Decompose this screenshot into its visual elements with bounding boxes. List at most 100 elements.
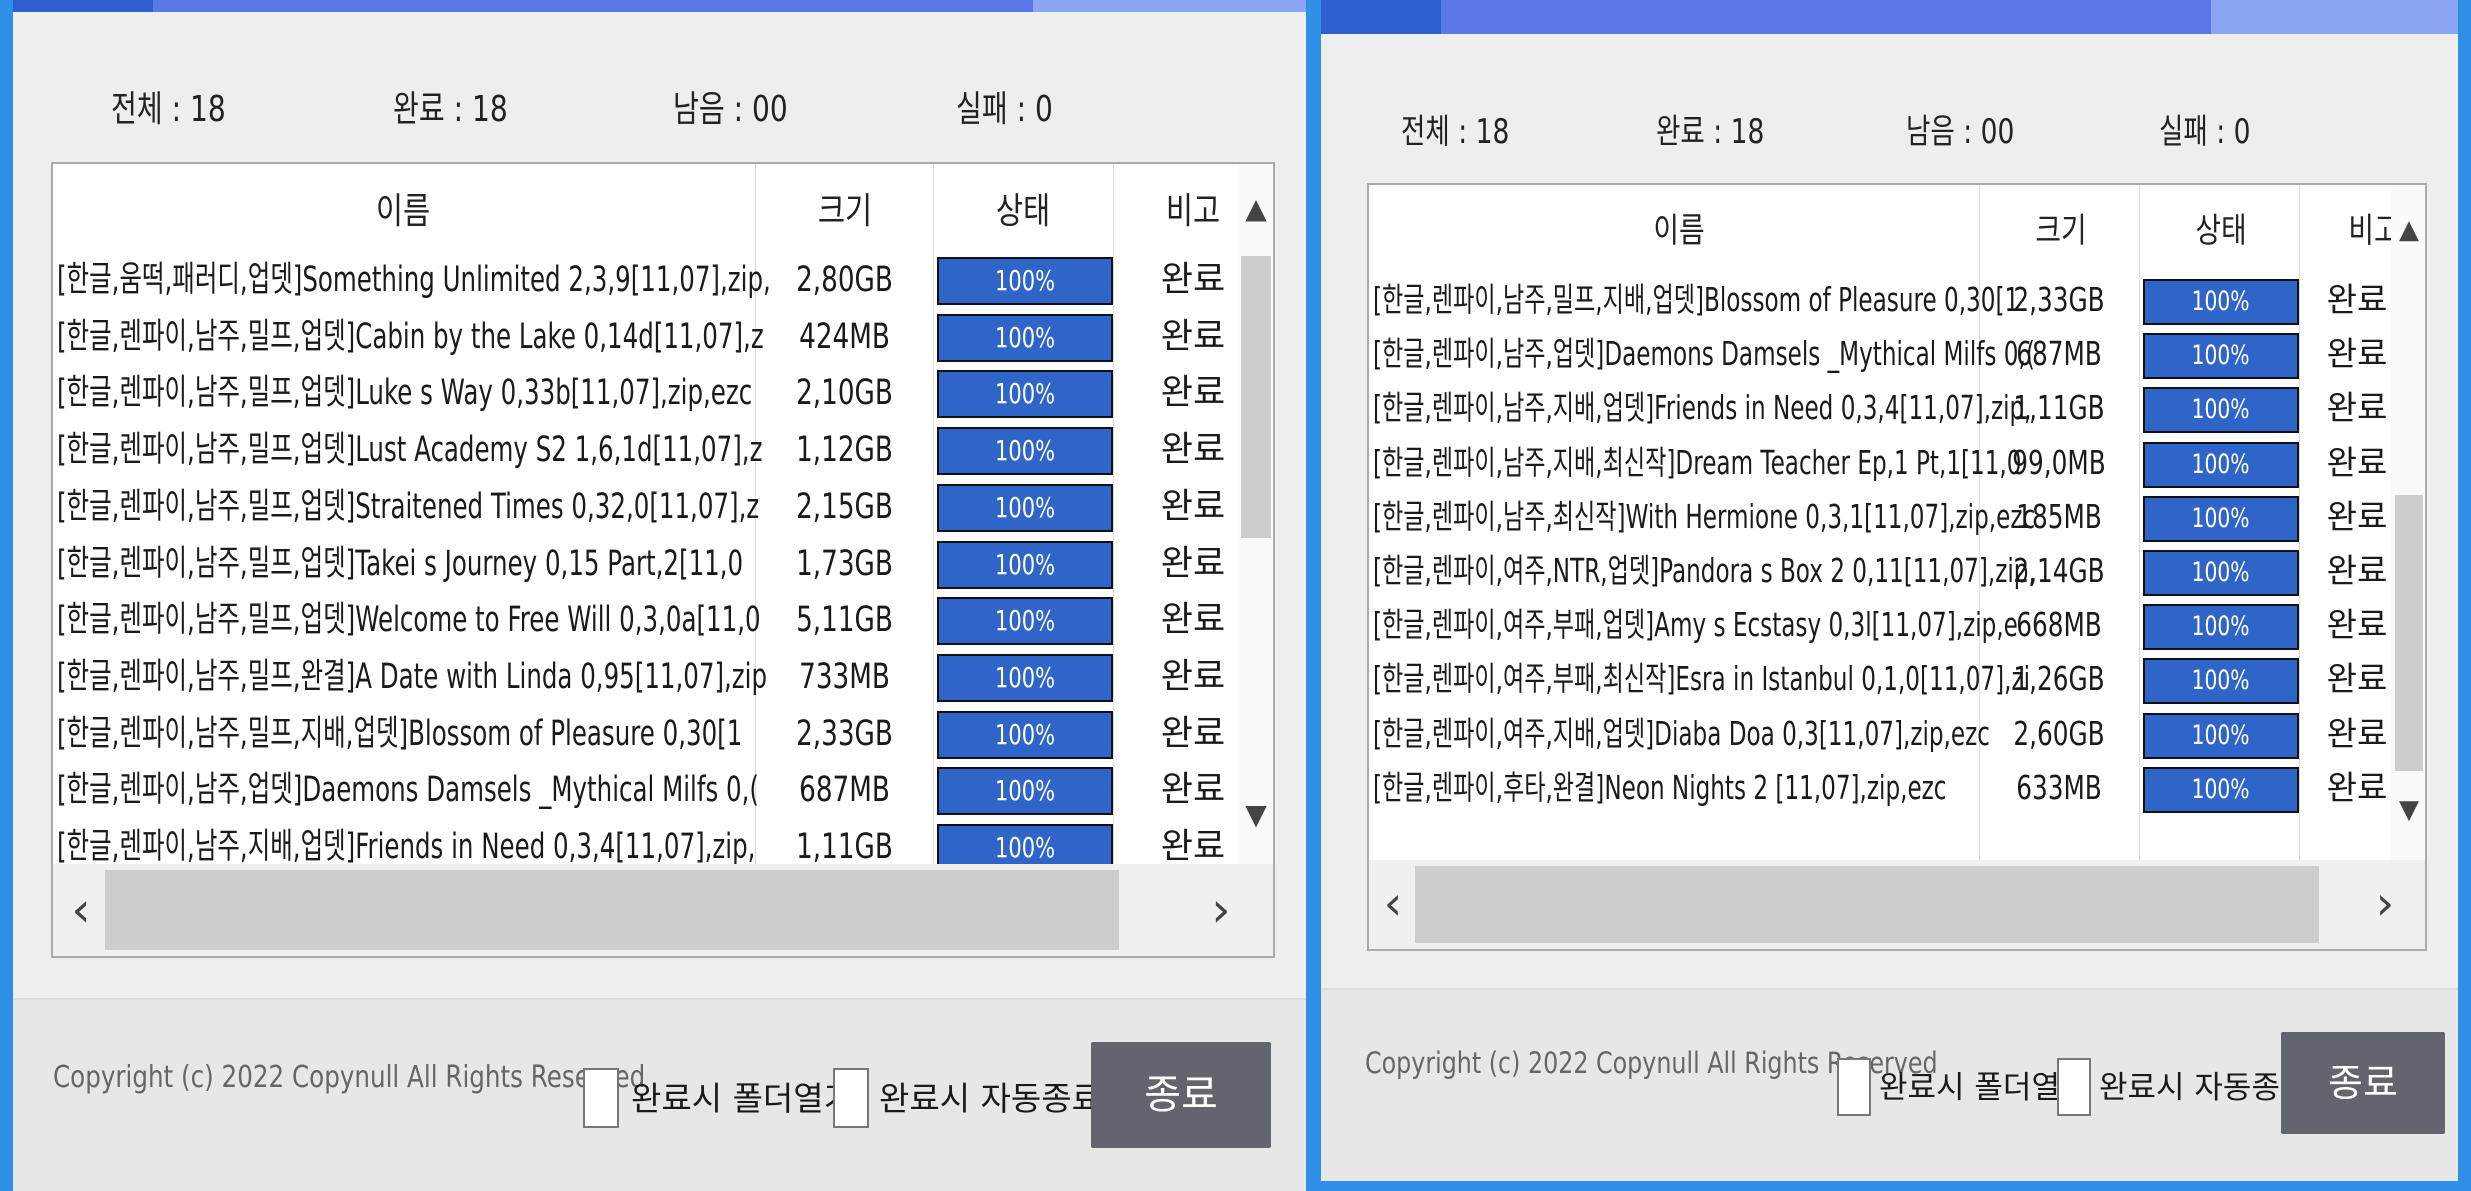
open-folder-checkbox[interactable] (583, 1068, 619, 1128)
progress-label: 100% (2192, 286, 2250, 317)
table-row[interactable]: [한글,렌파이,남주,업뎃]Daemons Damsels _Mythical … (1369, 327, 2391, 381)
horizontal-scrollbar[interactable]: ‹ › (53, 864, 1273, 956)
progress-bar: 100% (2143, 387, 2299, 434)
stat-remain: 남음 : 00 (673, 89, 788, 130)
table-row[interactable]: [한글,렌파이,남주,밀프,업뎃]Takei s Journey 0,15 Pa… (53, 536, 1237, 593)
column-header-note[interactable]: 비고 (1152, 182, 1234, 234)
progress-bar: 100% (2143, 658, 2299, 705)
file-size: 687MB (799, 770, 890, 811)
exit-button[interactable]: 종료 (1091, 1042, 1271, 1148)
open-folder-checkbox[interactable] (1837, 1058, 1871, 1116)
file-name: [한글,렌파이,남주,업뎃]Daemons Damsels _Mythical … (57, 770, 759, 811)
scroll-right-icon[interactable]: › (1201, 882, 1241, 938)
scroll-right-icon[interactable]: › (2365, 876, 2405, 930)
column-header-status[interactable]: 상태 (974, 182, 1072, 234)
status-note: 완료 (2326, 442, 2388, 482)
table-row[interactable]: [한글,렌파이,여주,NTR,업뎃]Pandora s Box 2 0,11[1… (1369, 544, 2391, 598)
stat-total: 전체 : 18 (1401, 112, 1510, 152)
table-row[interactable]: [한글,렌파이,남주,밀프,업뎃]Straitened Times 0,32,0… (53, 479, 1237, 536)
progress-label: 100% (2192, 340, 2250, 372)
open-folder-label[interactable]: 완료시 폴더열기 (631, 1072, 854, 1120)
status-note: 완료 (1160, 656, 1226, 697)
progress-label: 100% (994, 547, 1056, 581)
auto-exit-label[interactable]: 완료시 자동종료 (879, 1072, 1102, 1120)
file-size: 185MB (2016, 496, 2102, 536)
file-name: [한글,렌파이,후타,완결]Neon Nights 2 [11,07],zip,… (1373, 767, 1947, 807)
progress-bar: 100% (937, 597, 1113, 646)
file-size: 99,0MB (2012, 442, 2106, 482)
exit-button[interactable]: 종료 (2281, 1032, 2445, 1134)
status-note: 완료 (2326, 280, 2388, 319)
file-name: [한글,렌파이,남주,밀프,업뎃]Takei s Journey 0,15 Pa… (57, 543, 744, 584)
column-header-status[interactable]: 상태 (2172, 203, 2270, 252)
file-name: [한글,렌파이,남주,밀프,업뎃]Lust Academy S2 1,6,1d[… (57, 430, 763, 471)
table-row[interactable]: [한글,렌파이,남주,밀프,업뎃]Luke s Way 0,33b[11,07]… (53, 365, 1237, 422)
file-size: 668MB (2016, 605, 2102, 645)
progress-label: 100% (2192, 502, 2250, 534)
progress-bar: 100% (2143, 279, 2299, 325)
column-header-name[interactable]: 이름 (354, 182, 452, 234)
vertical-scrollbar[interactable]: ▲ ▼ (1237, 164, 1273, 864)
file-name: [한글,렌파이,남주,밀프,업뎃]Luke s Way 0,33b[11,07]… (57, 373, 753, 414)
column-header-name[interactable]: 이름 (1630, 203, 1728, 252)
file-size: 5,11GB (796, 600, 893, 641)
progress-label: 100% (2192, 448, 2250, 480)
progress-bar: 100% (937, 257, 1113, 305)
download-list[interactable]: 이름 크기 상태 비고 [한글,렌파이,남주,밀프,지배,업뎃]Blossom … (1367, 183, 2427, 951)
progress-bar: 100% (937, 767, 1113, 816)
auto-exit-checkbox[interactable] (2057, 1058, 2091, 1116)
scroll-left-icon[interactable]: ‹ (61, 882, 101, 938)
table-row[interactable]: [한글,렌파이,남주,밀프,완결]A Date with Linda 0,95[… (53, 649, 1237, 706)
stat-total: 전체 : 18 (111, 89, 226, 130)
status-note: 완료 (2326, 551, 2388, 590)
scroll-thumb[interactable] (1241, 256, 1271, 538)
scroll-thumb[interactable] (2395, 495, 2423, 771)
progress-bar: 100% (937, 483, 1113, 532)
horizontal-scrollbar[interactable]: ‹ › (1369, 860, 2425, 949)
scroll-down-icon[interactable]: ▼ (1237, 798, 1273, 831)
file-name: [한글,렌파이,여주,부패,최신작]Esra in Istanbul 0,1,0… (1373, 659, 2031, 699)
horizontal-scroll-thumb[interactable] (105, 870, 1119, 950)
table-row[interactable]: [한글,렌파이,남주,밀프,지배,업뎃]Blossom of Pleasure … (1369, 273, 2391, 327)
file-name: [한글,렌파이,남주,지배,업뎃]Friends in Need 0,3,4[1… (1373, 388, 2032, 428)
title-bar (13, 0, 1306, 12)
table-row[interactable]: [한글,렌파이,남주,업뎃]Daemons Damsels _Mythical … (53, 762, 1237, 819)
table-row[interactable]: [한글,렌파이,남주,밀프,업뎃]Welcome to Free Will 0,… (53, 592, 1237, 649)
table-row[interactable]: [한글,렌파이,여주,지배,업뎃]Diaba Doa 0,3[11,07],zi… (1369, 707, 2391, 761)
file-size: 2,10GB (796, 373, 893, 414)
table-row[interactable]: [한글,렌파이,여주,부패,업뎃]Amy s Ecstasy 0,3l[11,0… (1369, 598, 2391, 652)
vertical-scrollbar[interactable]: ▲ ▼ (2391, 185, 2425, 860)
table-row[interactable]: [한글,렌파이,남주,최신작]With Hermione 0,3,1[11,07… (1369, 490, 2391, 544)
scroll-left-icon[interactable]: ‹ (1373, 876, 1413, 930)
table-row[interactable]: [한글,렌파이,남주,밀프,업뎃]Lust Academy S2 1,6,1d[… (53, 422, 1237, 479)
auto-exit-label[interactable]: 완료시 자동종료 (2099, 1062, 2309, 1107)
table-row[interactable]: [한글,렌파이,후타,완결]Neon Nights 2 [11,07],zip,… (1369, 761, 2391, 815)
progress-label: 100% (994, 434, 1056, 468)
auto-exit-checkbox[interactable] (833, 1068, 869, 1128)
copyright-text: Copyright (c) 2022 Copynull All Rights R… (53, 1060, 646, 1095)
status-note: 완료 (1160, 260, 1226, 300)
table-row[interactable]: [한글,움떡,패러디,업뎃]Something Unlimited 2,3,9[… (53, 252, 1237, 309)
file-name: [한글,렌파이,여주,NTR,업뎃]Pandora s Box 2 0,11[1… (1373, 551, 2036, 590)
progress-bar: 100% (937, 427, 1113, 476)
column-header-size[interactable]: 크기 (796, 182, 894, 234)
scroll-down-icon[interactable]: ▼ (2391, 795, 2425, 825)
table-row[interactable]: [한글,렌파이,남주,밀프,업뎃]Cabin by the Lake 0,14d… (53, 309, 1237, 366)
table-row[interactable]: [한글,렌파이,남주,지배,업뎃]Friends in Need 0,3,4[1… (1369, 381, 2391, 435)
table-row[interactable]: [한글,렌파이,남주,지배,최신작]Dream Teacher Ep,1 Pt,… (1369, 436, 2391, 490)
file-size: 2,33GB (2013, 280, 2105, 319)
footer: Copyright (c) 2022 Copynull All Rights R… (13, 998, 1306, 1191)
progress-label: 100% (994, 320, 1056, 354)
file-name: [한글,렌파이,남주,밀프,업뎃]Straitened Times 0,32,0… (57, 486, 760, 527)
horizontal-scroll-thumb[interactable] (1415, 866, 2319, 943)
scroll-up-icon[interactable]: ▲ (2391, 215, 2425, 245)
file-size: 424MB (799, 316, 890, 357)
table-row[interactable]: [한글,렌파이,남주,밀프,지배,업뎃]Blossom of Pleasure … (53, 706, 1237, 763)
status-note: 완료 (1160, 486, 1226, 527)
column-header-size[interactable]: 크기 (2012, 203, 2110, 252)
scroll-up-icon[interactable]: ▲ (1237, 192, 1273, 225)
table-row[interactable]: [한글,렌파이,여주,부패,최신작]Esra in Istanbul 0,1,0… (1369, 652, 2391, 706)
progress-bar: 100% (937, 540, 1113, 589)
download-list[interactable]: 이름 크기 상태 비고 [한글,움떡,패러디,업뎃]Something Unli… (51, 162, 1275, 958)
file-name: [한글,렌파이,남주,최신작]With Hermione 0,3,1[11,07… (1373, 496, 2036, 536)
